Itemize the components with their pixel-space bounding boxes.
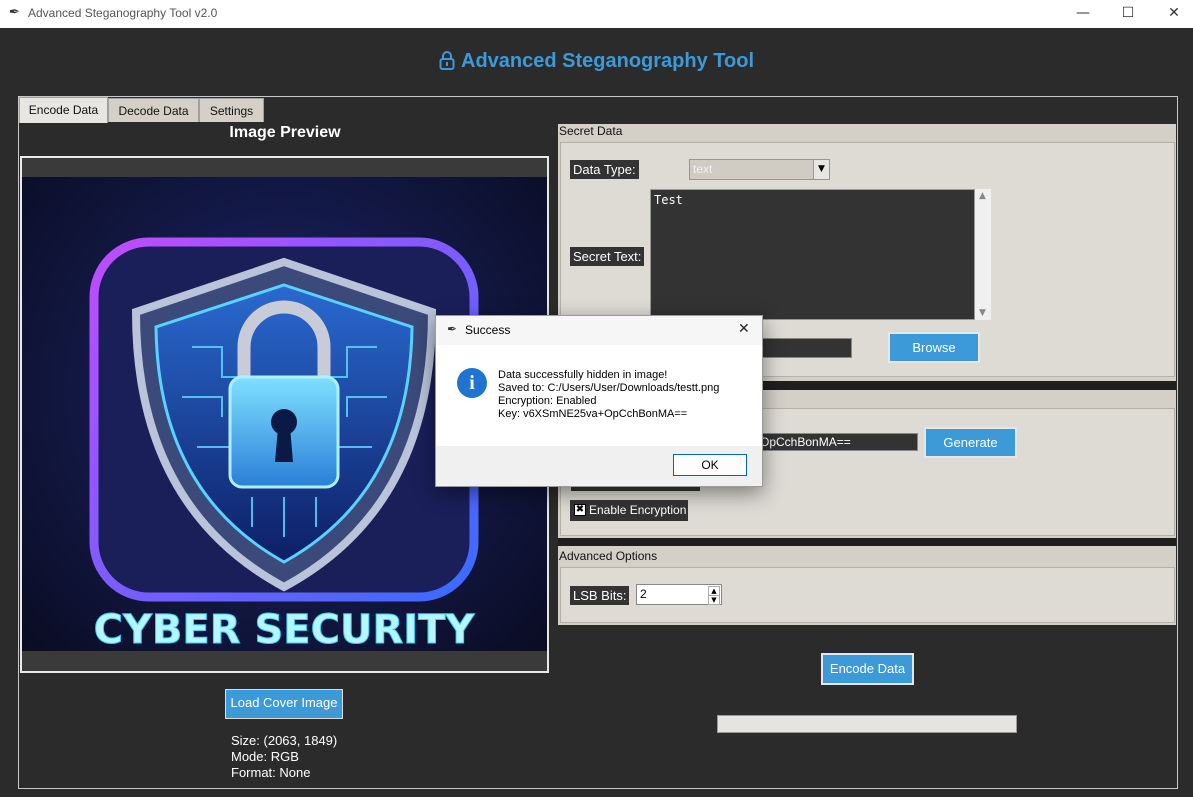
chevron-down-icon[interactable]: ▼ bbox=[813, 160, 829, 179]
encryption-key-input[interactable]: OpCchBonMA== bbox=[755, 433, 918, 451]
dialog-message-line-3: Encryption: Enabled bbox=[498, 395, 597, 407]
lock-icon bbox=[439, 51, 455, 70]
lsb-bits-label: LSB Bits: bbox=[570, 586, 630, 605]
file-path-input[interactable] bbox=[755, 338, 852, 358]
tab-decode-data[interactable]: Decode Data bbox=[108, 98, 199, 122]
dialog-message-line-4: Key: v6XSmNE25va+OpCchBonMA== bbox=[498, 408, 688, 420]
close-button[interactable]: ✕ bbox=[1154, 3, 1193, 25]
success-dialog: ✒ Success ✕ i Data successfully hidden i… bbox=[435, 315, 763, 487]
checkbox-checked-icon[interactable]: ✖ bbox=[574, 504, 586, 516]
image-mode: Mode: RGB bbox=[231, 749, 299, 764]
tab-settings[interactable]: Settings bbox=[199, 98, 264, 122]
secret-text-scrollbar[interactable]: ▲ ▼ bbox=[975, 189, 991, 320]
secret-text-label: Secret Text: bbox=[570, 247, 645, 266]
ok-button[interactable]: OK bbox=[673, 454, 747, 476]
generate-button[interactable]: Generate bbox=[924, 427, 1017, 458]
spin-down-icon[interactable]: ▼ bbox=[708, 595, 720, 605]
feather-icon: ✒ bbox=[447, 322, 458, 336]
data-type-select[interactable]: text ▼ bbox=[689, 159, 830, 180]
info-icon: i bbox=[457, 368, 487, 398]
data-type-value: text bbox=[693, 162, 713, 176]
load-cover-image-button[interactable]: Load Cover Image bbox=[225, 689, 343, 719]
advanced-options-label: Advanced Options bbox=[559, 549, 658, 563]
scroll-down-icon[interactable]: ▼ bbox=[979, 308, 986, 318]
browse-button[interactable]: Browse bbox=[888, 332, 980, 363]
app-title: Advanced Steganography Tool bbox=[461, 50, 754, 72]
lsb-bits-value: 2 bbox=[640, 587, 647, 601]
image-size: Size: (2063, 1849) bbox=[231, 733, 338, 748]
dialog-title: Success bbox=[465, 323, 511, 337]
progress-bar bbox=[717, 715, 1017, 733]
secret-text-area[interactable]: Test bbox=[650, 189, 975, 320]
image-caption: CYBER SECURITY bbox=[94, 607, 476, 651]
window-titlebar: ✒ Advanced Steganography Tool v2.0 — ☐ ✕ bbox=[0, 0, 1193, 28]
feather-icon: ✒ bbox=[9, 5, 20, 20]
encode-data-button[interactable]: Encode Data bbox=[821, 653, 914, 685]
tab-encode-data[interactable]: Encode Data bbox=[19, 97, 108, 123]
encryption-key-value: OpCchBonMA== bbox=[760, 435, 851, 449]
secret-data-label: Secret Data bbox=[559, 124, 623, 138]
dialog-message-line-2: Saved to: C:/Users/User/Downloads/testt.… bbox=[498, 382, 720, 394]
minimize-button[interactable]: — bbox=[1063, 3, 1103, 25]
maximize-button[interactable]: ☐ bbox=[1108, 3, 1148, 25]
dialog-close-button[interactable]: ✕ bbox=[738, 321, 750, 337]
window-title: Advanced Steganography Tool v2.0 bbox=[28, 6, 218, 20]
data-type-label: Data Type: bbox=[570, 160, 639, 179]
enable-encryption-checkbox[interactable]: ✖ Enable Encryption bbox=[570, 500, 688, 521]
scroll-up-icon[interactable]: ▲ bbox=[979, 191, 986, 201]
group-separator-2 bbox=[558, 538, 1176, 546]
enable-encryption-label: Enable Encryption bbox=[589, 503, 687, 517]
lsb-bits-spinbox[interactable]: 2 ▲ ▼ bbox=[636, 584, 722, 605]
preview-title: Image Preview bbox=[229, 124, 341, 141]
dialog-message-line-1: Data successfully hidden in image! bbox=[498, 369, 668, 381]
secret-text-value: Test bbox=[654, 193, 683, 207]
app-header: Advanced Steganography Tool bbox=[0, 50, 1193, 73]
image-format: Format: None bbox=[231, 765, 311, 780]
